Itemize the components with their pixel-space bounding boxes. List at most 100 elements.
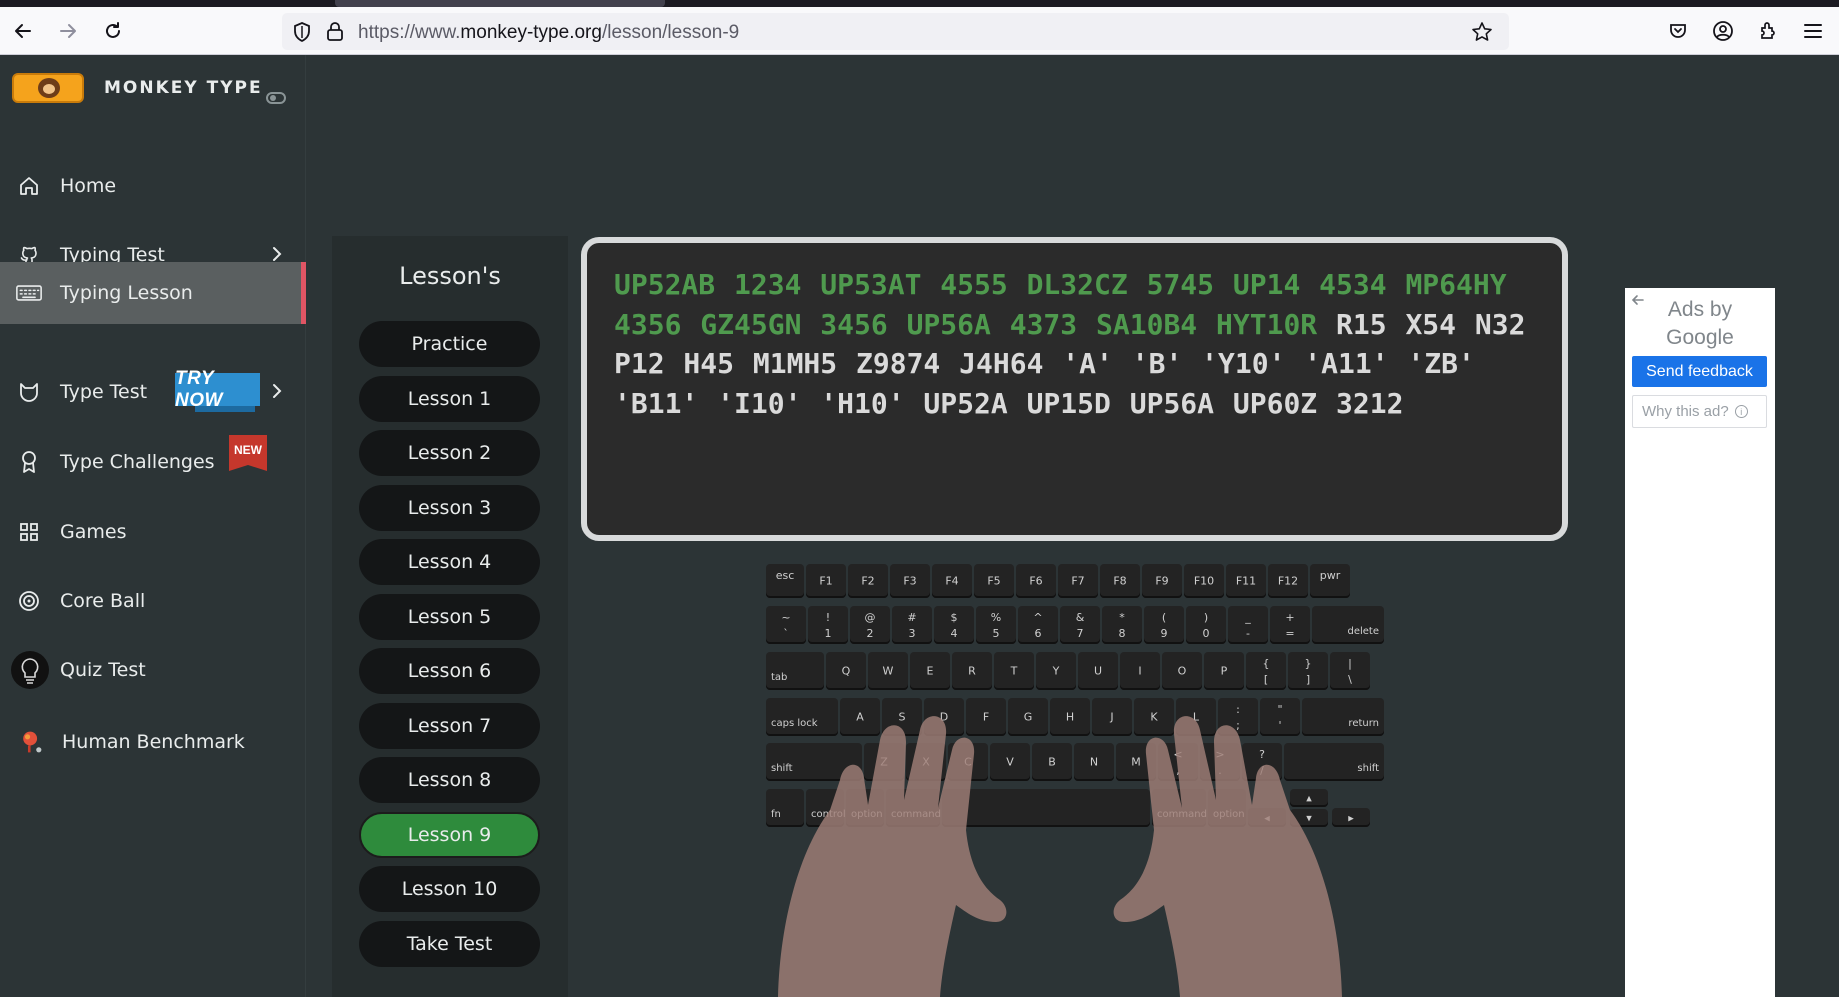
key-label: - <box>1246 627 1250 640</box>
key-label: ▾ <box>1306 811 1312 825</box>
key-label: } <box>1304 657 1312 670</box>
key-f7: F7 <box>1058 564 1098 598</box>
key-label: F4 <box>945 574 959 588</box>
key-h: H <box>1050 698 1090 736</box>
bookmark-star-icon[interactable] <box>1471 21 1493 47</box>
key-f11: F11 <box>1226 564 1266 598</box>
key-f10: F10 <box>1184 564 1224 598</box>
brand[interactable]: MONKEY TYPE <box>12 73 263 103</box>
sidebar-item-games[interactable]: Games <box>0 501 306 563</box>
reload-icon[interactable] <box>99 17 127 45</box>
lessons-panel: Lesson's Practice Lesson 1 Lesson 2 Less… <box>332 236 568 997</box>
key-label: A <box>856 710 864 724</box>
pocket-icon[interactable] <box>1664 17 1692 45</box>
key-label: 3 <box>908 627 916 640</box>
lesson-button-8[interactable]: Lesson 8 <box>359 757 540 803</box>
lesson-button-7[interactable]: Lesson 7 <box>359 703 540 749</box>
ad-panel: Ads by Google Send feedback Why this ad?… <box>1625 288 1775 997</box>
key-6: ^ 6 <box>1018 606 1058 644</box>
sidebar-item-type-test[interactable]: Type Test TRY NOW <box>0 361 306 423</box>
key-x: X <box>906 743 946 781</box>
key-label: N <box>1089 755 1099 769</box>
try-now-badge: TRY NOW <box>175 368 260 413</box>
send-feedback-button[interactable]: Send feedback <box>1632 356 1767 387</box>
key-label: V <box>1006 755 1014 769</box>
key-label: Q <box>841 664 851 678</box>
lesson-button-3[interactable]: Lesson 3 <box>359 485 540 531</box>
sidebar-item-home[interactable]: Home <box>0 155 306 217</box>
url-domain: monkey-type.org <box>460 22 602 43</box>
brain-icon <box>18 729 44 755</box>
forward-arrow-icon[interactable] <box>54 17 82 45</box>
key-j: J <box>1092 698 1132 736</box>
why-this-ad-button[interactable]: Why this ad? i <box>1632 395 1767 428</box>
sidebar-item-label: Human Benchmark <box>62 731 245 753</box>
account-icon[interactable] <box>1709 17 1737 45</box>
lesson-button-6[interactable]: Lesson 6 <box>359 648 540 694</box>
shield-icon[interactable] <box>293 22 311 46</box>
key-sym: {[ <box>1246 652 1286 690</box>
key-label: R <box>968 664 976 678</box>
monkey-logo-icon <box>12 73 84 103</box>
key-label: * <box>1119 611 1125 624</box>
key-label: { <box>1262 657 1270 670</box>
key-label: K <box>1150 710 1158 724</box>
key-f4: F4 <box>932 564 972 598</box>
sidebar-item-type-challenges[interactable]: Type Challenges NEW <box>0 431 306 493</box>
key-label: fn <box>771 809 781 820</box>
sidebar-item-human-benchmark[interactable]: Human Benchmark <box>0 711 306 773</box>
key-label: @ <box>864 611 876 624</box>
key-sym: _ - <box>1228 606 1268 644</box>
lesson-button-2[interactable]: Lesson 2 <box>359 430 540 476</box>
ads-by-label: Ads by <box>1667 298 1733 321</box>
key-space <box>942 789 1150 827</box>
key-o: O <box>1162 652 1202 690</box>
key-label: S <box>898 710 906 724</box>
key-0: ) 0 <box>1186 606 1226 644</box>
theme-toggle-icon[interactable] <box>266 92 286 104</box>
menu-icon[interactable] <box>1799 17 1827 45</box>
lesson-button-1[interactable]: Lesson 1 <box>359 376 540 422</box>
lessons-title: Lesson's <box>399 262 501 290</box>
key-fn: fn <box>766 789 804 827</box>
key-w: W <box>868 652 908 690</box>
lesson-button-10[interactable]: Lesson 10 <box>359 866 540 912</box>
key-label: U <box>1093 664 1103 678</box>
sidebar-item-label: Type Test <box>60 381 148 403</box>
key-label: < <box>1173 748 1183 761</box>
key-arrow-right: ▸ <box>1332 808 1370 827</box>
url-prefix: https://www. <box>358 22 461 43</box>
key-g: G <box>1008 698 1048 736</box>
address-bar[interactable]: https://www.monkey-type.org/lesson/lesso… <box>282 13 1509 50</box>
key-label: M <box>1131 755 1141 769</box>
typing-text-box[interactable]: UP52AB 1234 UP53AT 4555 DL32CZ 5745 UP14… <box>581 237 1568 541</box>
lesson-button-5[interactable]: Lesson 5 <box>359 594 540 640</box>
key-8: * 8 <box>1102 606 1142 644</box>
key-label: H <box>1065 710 1075 724</box>
key-label: caps lock <box>771 718 818 729</box>
lesson-button-9[interactable]: Lesson 9 <box>359 812 540 858</box>
sidebar-item-core-ball[interactable]: Core Ball <box>0 570 306 632</box>
cat-icon <box>16 379 42 405</box>
key-label: O <box>1177 664 1187 678</box>
lesson-button-practice[interactable]: Practice <box>359 321 540 367</box>
key-option-left: option <box>846 789 884 827</box>
lock-icon[interactable] <box>326 21 344 45</box>
active-tab[interactable] <box>335 0 665 7</box>
back-arrow-icon[interactable] <box>9 17 37 45</box>
sidebar-item-typing-lesson[interactable]: Typing Lesson <box>0 262 306 324</box>
key-label: ' <box>1278 719 1282 732</box>
take-test-button[interactable]: Take Test <box>359 921 540 967</box>
key-4: $4 <box>934 606 974 644</box>
lesson-button-4[interactable]: Lesson 4 <box>359 539 540 585</box>
key-sym: >. <box>1200 743 1240 781</box>
key-b: B <box>1032 743 1072 781</box>
sidebar-item-quiz-test[interactable]: Quiz Test <box>0 639 306 701</box>
key-arrow-up: ▴ <box>1290 789 1328 807</box>
url-text[interactable]: https://www.monkey-type.org/lesson/lesso… <box>358 22 739 44</box>
key-p: P <box>1204 652 1244 690</box>
url-path: /lesson/lesson-9 <box>601 22 740 43</box>
key-esc: esc <box>766 564 804 598</box>
key-label: ) <box>1203 611 1209 624</box>
extensions-icon[interactable] <box>1754 17 1782 45</box>
